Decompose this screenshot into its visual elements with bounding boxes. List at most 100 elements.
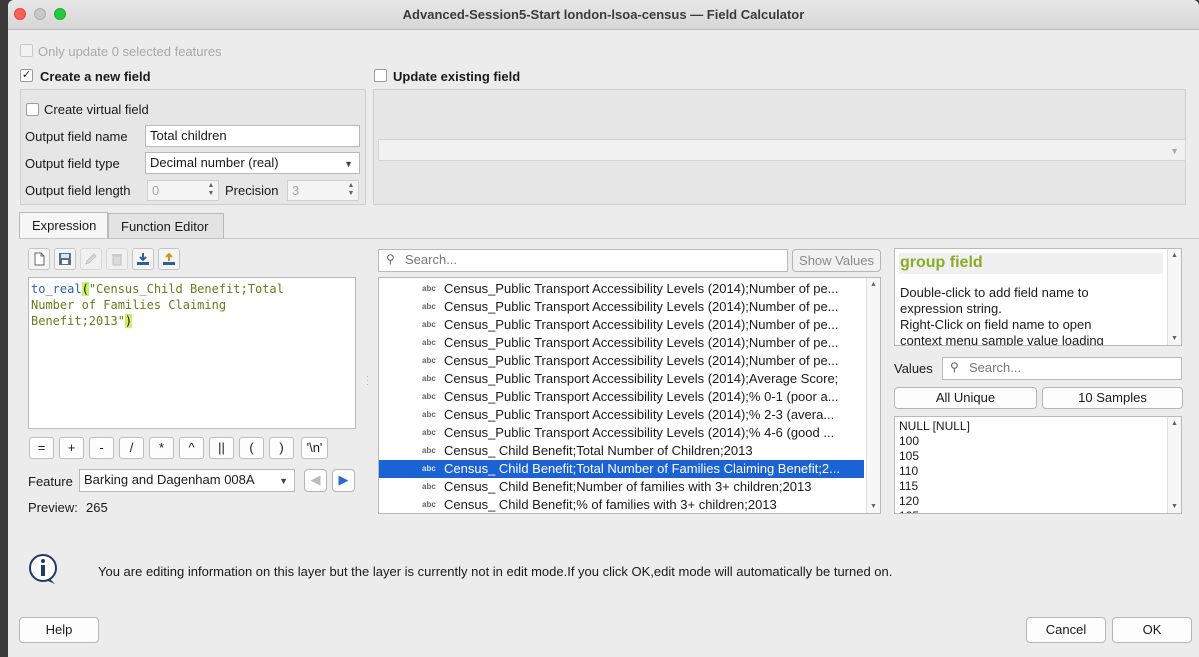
update-existing-field-label: Update existing field	[393, 69, 521, 84]
function-search-input[interactable]: ⚲ Search...	[378, 249, 788, 272]
window-title: Advanced-Session5-Start london-lsoa-cens…	[402, 7, 805, 22]
only-update-selected-checkbox[interactable]	[20, 44, 33, 57]
operator-newline-button[interactable]: '\n'	[301, 437, 328, 459]
value-list-item[interactable]: 110	[899, 464, 918, 479]
delete-button[interactable]	[106, 248, 128, 270]
field-list-item[interactable]: abc Census_ Child Benefit;Total Number of…	[379, 460, 864, 478]
feature-select[interactable]: Barking and Dagenham 008A ▼	[79, 469, 295, 492]
operator-close-paren-button[interactable]: )	[269, 437, 294, 459]
field-list-item-label: Census_Public Transport Accessibility Le…	[444, 407, 835, 422]
operator-minus-button[interactable]: -	[89, 437, 114, 459]
operator-equals-button[interactable]: =	[29, 437, 54, 459]
help-button[interactable]: Help	[19, 617, 99, 643]
field-list-scrollbar[interactable]: ▲ ▼	[866, 278, 880, 513]
save-button[interactable]	[54, 248, 76, 270]
value-list-item[interactable]: 115	[899, 479, 918, 494]
info-icon	[28, 553, 60, 588]
save-icon	[59, 253, 71, 265]
import-button[interactable]	[132, 248, 154, 270]
previous-feature-button[interactable]: ◀	[304, 469, 327, 492]
export-button[interactable]	[158, 248, 180, 270]
value-list-item[interactable]: 120	[899, 494, 919, 509]
download-icon	[137, 253, 149, 265]
text-field-type-icon: abc	[422, 464, 436, 473]
field-list-item[interactable]: abc Census_Public Transport Accessibility…	[379, 298, 864, 316]
values-search-placeholder: Search...	[969, 360, 1022, 375]
value-list-item[interactable]: NULL [NULL]	[899, 419, 970, 434]
field-list-item[interactable]: abc Census_Public Transport Accessibility…	[379, 370, 864, 388]
tab-function-editor[interactable]: Function Editor	[108, 213, 224, 239]
operator-divide-button[interactable]: /	[119, 437, 144, 459]
expression-string-line: Number of Families Claiming	[31, 298, 227, 312]
text-field-type-icon: abc	[422, 320, 436, 329]
operator-concat-button[interactable]: ||	[209, 437, 234, 459]
update-existing-field-checkbox[interactable]	[374, 69, 387, 82]
existing-field-select[interactable]: ▼	[378, 139, 1186, 161]
expression-open-paren: (	[81, 282, 89, 296]
field-list-item[interactable]: abc Census_ Child Benefit;Total Number of…	[379, 442, 864, 460]
spinner-arrows-icon[interactable]: ▲ ▼	[205, 182, 217, 198]
values-search-input[interactable]: ⚲ Search...	[942, 357, 1182, 380]
operator-open-paren-button[interactable]: (	[239, 437, 264, 459]
values-label: Values	[894, 361, 933, 376]
triangle-right-icon: ▶	[338, 472, 349, 487]
scroll-up-icon[interactable]: ▲	[1171, 420, 1178, 427]
operator-multiply-button[interactable]: *	[149, 437, 174, 459]
scroll-down-icon[interactable]: ▼	[1171, 335, 1178, 342]
field-list-item-label: Census_Public Transport Accessibility Le…	[444, 335, 839, 350]
ok-button[interactable]: OK	[1112, 617, 1192, 643]
field-list-item[interactable]: abc Census_Public Transport Accessibility…	[379, 406, 864, 424]
scroll-down-icon[interactable]: ▼	[870, 503, 877, 510]
help-panel: group field Double-click to add field na…	[894, 248, 1182, 346]
tab-expression[interactable]: Expression	[19, 212, 108, 238]
value-list-item[interactable]: 100	[899, 434, 919, 449]
new-file-button[interactable]	[28, 248, 50, 270]
field-list-item[interactable]: abc Census_Public Transport Accessibility…	[379, 316, 864, 334]
only-update-selected-label: Only update 0 selected features	[38, 44, 222, 59]
precision-spinbox[interactable]: 3 ▲ ▼	[287, 180, 359, 201]
next-feature-button[interactable]: ▶	[332, 469, 355, 492]
help-scrollbar[interactable]: ▲ ▼	[1167, 249, 1181, 345]
expression-string-line: Benefit;2013"	[31, 314, 125, 328]
help-text-line: Double-click to add field name to	[900, 285, 1089, 300]
scroll-down-icon[interactable]: ▼	[1171, 503, 1178, 510]
function-field-list[interactable]: abc Census_Public Transport Accessibility…	[378, 277, 881, 514]
output-field-type-select[interactable]: Decimal number (real) ▼	[145, 152, 360, 174]
output-field-name-input[interactable]: Total children	[145, 125, 360, 147]
value-list-item[interactable]: 105	[899, 449, 919, 464]
field-list-item[interactable]: abc Census_ Child Benefit;% of families w…	[379, 496, 864, 513]
cancel-button[interactable]: Cancel	[1026, 617, 1106, 643]
show-values-button[interactable]: Show Values	[792, 249, 881, 272]
chevron-down-icon: ▼	[1170, 146, 1179, 156]
feature-label: Feature	[28, 474, 73, 489]
ten-samples-button[interactable]: 10 Samples	[1042, 387, 1183, 409]
preview-value: 265	[86, 500, 108, 515]
field-list-item[interactable]: abc Census_Public Transport Accessibility…	[379, 280, 864, 298]
operator-plus-button[interactable]: +	[59, 437, 84, 459]
values-list[interactable]: NULL [NULL]100105110115120125 ▲ ▼	[894, 416, 1182, 514]
field-list-item[interactable]: abc Census_ Child Benefit;Number of famil…	[379, 478, 864, 496]
splitter-handle[interactable]: · · ·	[366, 373, 369, 389]
expression-editor[interactable]: to_real("Census_Child Benefit;Total Numb…	[28, 277, 356, 429]
edit-button[interactable]	[80, 248, 102, 270]
operator-power-button[interactable]: ^	[179, 437, 204, 459]
field-list-item-label: Census_Public Transport Accessibility Le…	[444, 371, 839, 386]
preview-label: Preview:	[28, 500, 78, 515]
value-list-item[interactable]: 125	[899, 509, 919, 513]
field-list-item[interactable]: abc Census_Public Transport Accessibility…	[379, 334, 864, 352]
field-list-item-label: Census_ Child Benefit;% of families with…	[444, 497, 777, 512]
output-field-type-label: Output field type	[25, 156, 120, 171]
title-bar: Advanced-Session5-Start london-lsoa-cens…	[8, 0, 1199, 30]
values-scrollbar[interactable]: ▲ ▼	[1167, 417, 1181, 513]
create-new-field-checkbox[interactable]: ✓	[20, 69, 33, 82]
create-virtual-field-checkbox[interactable]	[26, 103, 39, 116]
scroll-up-icon[interactable]: ▲	[870, 281, 877, 288]
field-list-item[interactable]: abc Census_Public Transport Accessibility…	[379, 352, 864, 370]
output-field-length-spinbox[interactable]: 0 ▲ ▼	[147, 180, 219, 201]
all-unique-button[interactable]: All Unique	[894, 387, 1037, 409]
field-list-item[interactable]: abc Census_Public Transport Accessibility…	[379, 424, 864, 442]
field-list-item[interactable]: abc Census_Public Transport Accessibility…	[379, 388, 864, 406]
spinner-arrows-icon[interactable]: ▲ ▼	[345, 182, 357, 198]
chevron-down-icon: ▼	[279, 476, 288, 486]
scroll-up-icon[interactable]: ▲	[1171, 252, 1178, 259]
